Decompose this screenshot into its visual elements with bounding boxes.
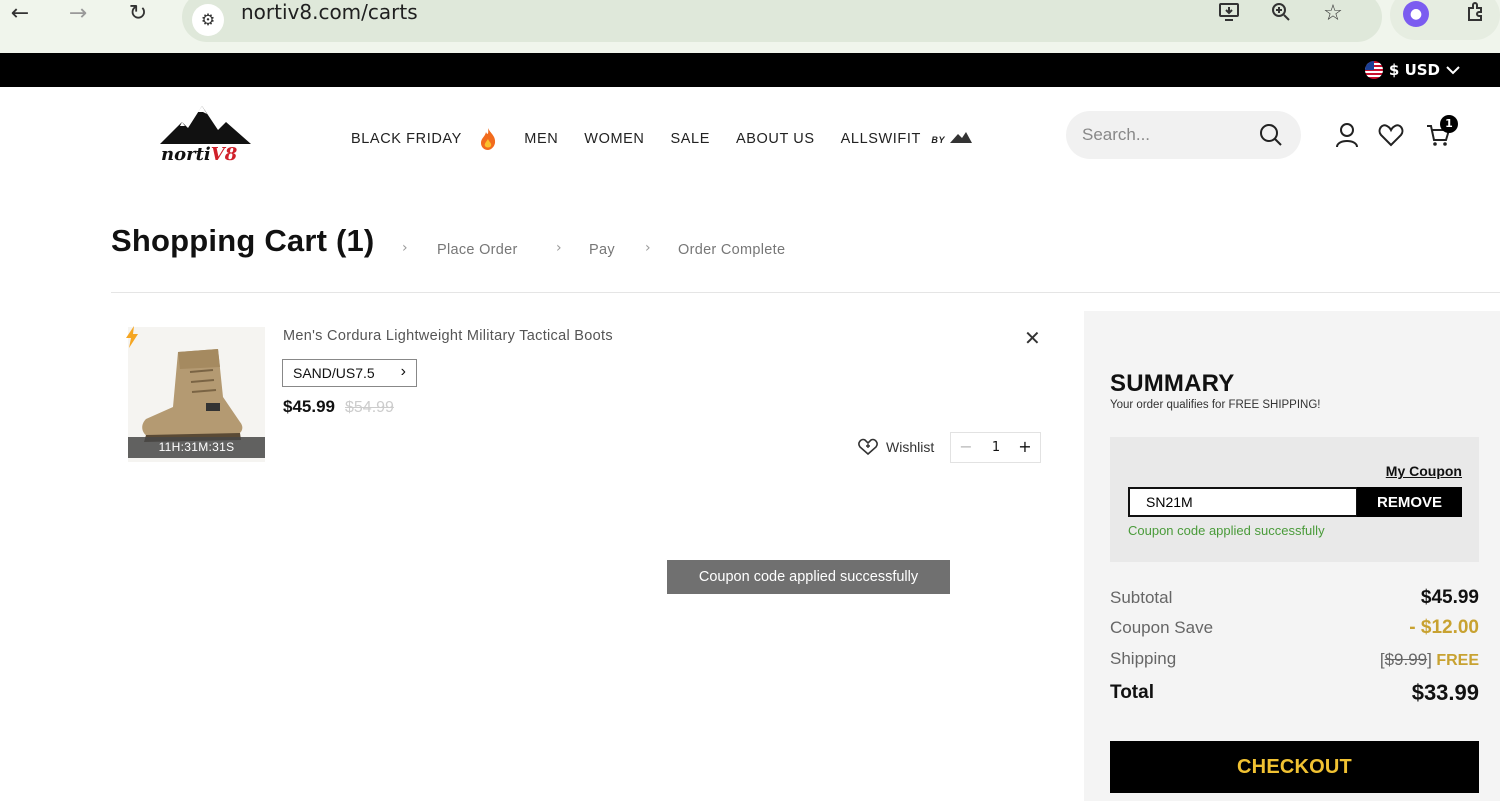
- coupon-save-value: - $12.00: [1409, 617, 1479, 638]
- cart-count-badge: 1: [1440, 115, 1458, 133]
- step-order-complete: Order Complete: [678, 242, 786, 258]
- bookmark-star-icon[interactable]: ☆: [1318, 0, 1348, 30]
- shipping-label: Shipping: [1110, 649, 1177, 668]
- account-icon[interactable]: [1334, 122, 1360, 148]
- coupon-code-input[interactable]: [1128, 487, 1358, 517]
- product-original-price: $54.99: [345, 399, 394, 416]
- subtotal-label: Subtotal: [1110, 588, 1173, 607]
- shipping-original-price: $9.99: [1384, 650, 1428, 669]
- variant-label: SAND/US7.5: [293, 365, 375, 381]
- logo-wordmark: nortiV8: [161, 144, 238, 165]
- decrease-quantity-button[interactable]: −: [955, 437, 977, 456]
- shipping-value: [$9.99] FREE: [1379, 650, 1479, 669]
- divider: [111, 292, 1500, 293]
- page-title: Shopping Cart (1): [111, 223, 375, 258]
- mountain-logo-icon: [160, 106, 251, 144]
- chevron-right-icon: ›: [400, 363, 406, 380]
- checkout-button[interactable]: CHECKOUT: [1110, 741, 1479, 793]
- quantity-value[interactable]: 1: [989, 440, 1003, 455]
- allswifit-mountain-icon: [949, 132, 972, 143]
- variant-selector[interactable]: SAND/US7.5 ›: [282, 359, 417, 387]
- nav-women[interactable]: WOMEN: [584, 131, 644, 147]
- wishlist-label: Wishlist: [886, 439, 935, 455]
- remove-coupon-button[interactable]: REMOVE: [1357, 487, 1462, 517]
- site-settings-icon[interactable]: ⚙: [192, 4, 224, 36]
- move-to-wishlist-button[interactable]: Wishlist: [858, 438, 934, 456]
- allswifit-badge: BY: [931, 135, 946, 145]
- coupon-success-message: Coupon code applied successfully: [1128, 523, 1325, 538]
- extensions-puzzle-icon[interactable]: [1461, 0, 1491, 30]
- forward-icon[interactable]: →: [66, 2, 90, 26]
- my-coupon-link[interactable]: My Coupon: [1386, 463, 1462, 479]
- nav-about-us[interactable]: ABOUT US: [736, 131, 815, 147]
- extension-icon[interactable]: ●: [1403, 1, 1429, 27]
- order-summary-panel: SUMMARY Your order qualifies for FREE SH…: [1084, 311, 1500, 801]
- chevron-down-icon: [1446, 61, 1460, 79]
- search-input[interactable]: [1082, 123, 1252, 147]
- nav-sale[interactable]: SALE: [670, 131, 709, 147]
- main-nav: BLACK FRIDAY MEN WOMEN SALE ABOUT US ALL…: [351, 127, 998, 151]
- site-logo[interactable]: nortiV8: [158, 104, 253, 168]
- wishlist-heart-icon[interactable]: [1378, 122, 1404, 148]
- increase-quantity-button[interactable]: +: [1014, 437, 1036, 456]
- heart-plus-icon: [858, 438, 878, 456]
- summary-title: SUMMARY: [1110, 370, 1235, 397]
- quantity-stepper: − 1 +: [950, 432, 1041, 463]
- us-flag-icon: [1364, 61, 1383, 79]
- product-name[interactable]: Men's Cordura Lightweight Military Tacti…: [283, 328, 613, 344]
- lightning-icon: [126, 326, 138, 348]
- chevron-right-icon: ›: [645, 240, 651, 256]
- deal-countdown-timer: 11H:31M:31S: [128, 437, 265, 458]
- nav-black-friday[interactable]: BLACK FRIDAY: [351, 127, 498, 151]
- browser-toolbar: ← → ↻ ⚙ nortiv8.com/carts ☆ ●: [0, 0, 1500, 53]
- nav-men[interactable]: MEN: [524, 131, 558, 147]
- chevron-right-icon: ›: [556, 240, 562, 256]
- back-icon[interactable]: ←: [8, 2, 32, 26]
- subtotal-value: $45.99: [1420, 587, 1479, 608]
- step-pay: Pay: [589, 242, 615, 258]
- search-box: [1066, 111, 1301, 159]
- fire-icon: [481, 128, 496, 150]
- search-icon[interactable]: [1259, 123, 1283, 147]
- free-shipping-note: Your order qualifies for FREE SHIPPING!: [1110, 399, 1321, 411]
- chevron-right-icon: ›: [402, 240, 408, 256]
- currency-selector[interactable]: $ USD: [1364, 61, 1460, 79]
- toast-notification: Coupon code applied successfully: [667, 560, 950, 594]
- zoom-icon[interactable]: [1266, 0, 1296, 30]
- url-text[interactable]: nortiv8.com/carts: [241, 0, 418, 24]
- reload-icon[interactable]: ↻: [126, 2, 150, 26]
- currency-label: $ USD: [1388, 61, 1440, 79]
- coupon-save-label: Coupon Save: [1110, 618, 1214, 637]
- install-app-icon[interactable]: [1214, 0, 1244, 30]
- total-label: Total: [1110, 682, 1154, 703]
- shipping-free-label: FREE: [1436, 652, 1479, 669]
- coupon-section: My Coupon REMOVE Coupon code applied suc…: [1110, 437, 1479, 562]
- remove-item-close-icon[interactable]: ✕: [1024, 326, 1041, 350]
- address-bar[interactable]: ⚙ nortiv8.com/carts: [182, 0, 1382, 42]
- product-price: $45.99: [283, 397, 335, 416]
- nav-allswifit[interactable]: ALLSWIFIT BY: [841, 131, 972, 147]
- step-place-order: Place Order: [437, 242, 518, 258]
- announcement-bar: $ USD: [0, 53, 1500, 87]
- total-value: $33.99: [1411, 680, 1479, 705]
